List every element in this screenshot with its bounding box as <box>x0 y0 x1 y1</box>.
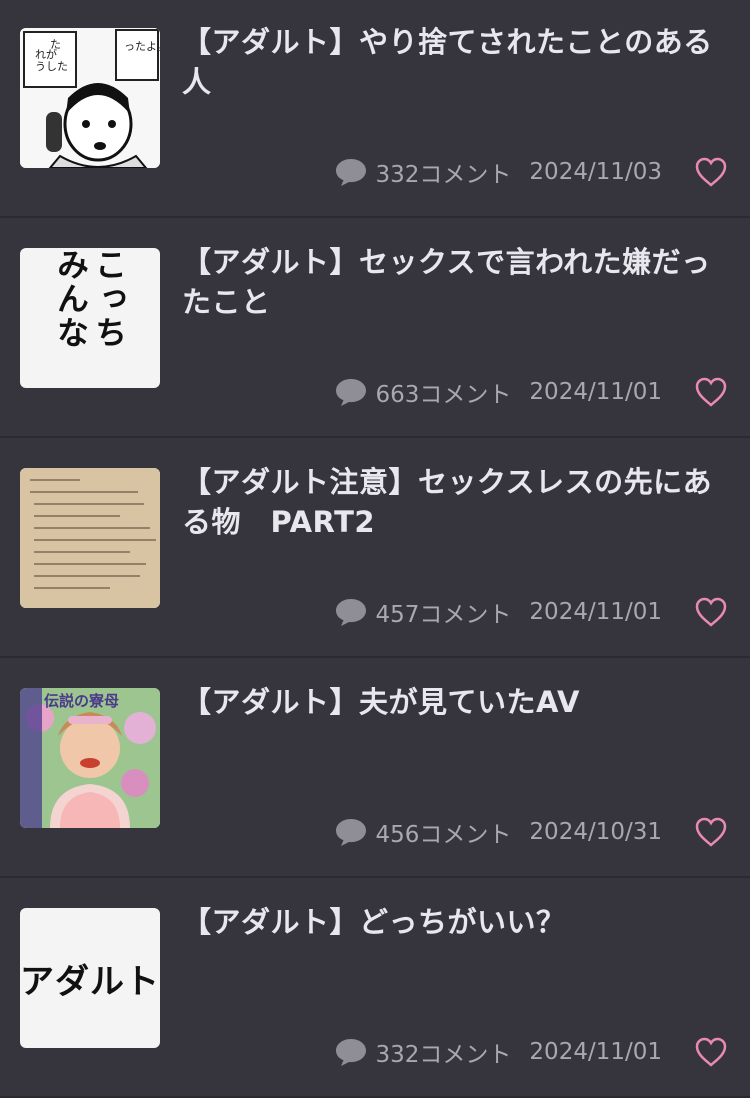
thumbnail-adult-text[interactable]: アダルト <box>20 908 160 1048</box>
speech-bubble-icon <box>335 599 366 626</box>
heart-outline-icon[interactable] <box>694 596 728 628</box>
topic-date: 2024/11/03 <box>529 159 662 185</box>
thumbnail-manga-phone[interactable]: た れが うした ったよ。 <box>20 28 160 168</box>
comment-count: 457コメント <box>334 595 512 629</box>
topic-title[interactable]: 【アダルト注意】セックスレスの先にある物 PART2 <box>182 462 727 542</box>
svg-text:れが: れが <box>35 47 57 61</box>
topic-date: 2024/11/01 <box>529 599 662 625</box>
comment-count-label: 332コメント <box>375 162 512 188</box>
speech-bubble-icon <box>335 379 366 406</box>
list-item[interactable]: こっち みんな 【アダルト】セックスで言われた嫌だったこと 663コメント 20… <box>0 220 750 438</box>
thumbnail-handwritten-note[interactable] <box>20 468 160 608</box>
comment-count-label: 457コメント <box>375 602 512 628</box>
comment-count: 332コメント <box>334 1035 512 1069</box>
speech-bubble-icon <box>335 819 366 846</box>
heart-outline-icon[interactable] <box>694 1036 728 1068</box>
topic-meta: 332コメント 2024/11/01 <box>334 1030 728 1074</box>
note-image <box>20 468 160 608</box>
heart-outline-icon[interactable] <box>694 376 728 408</box>
comment-count: 663コメント <box>334 375 512 409</box>
list-item[interactable]: 伝説の寮母 【アダルト】夫が見ていたAV 456コメント 2024/10/31 <box>0 660 750 878</box>
topic-date: 2024/11/01 <box>529 1039 662 1065</box>
heart-outline-icon[interactable] <box>694 156 728 188</box>
speech-bubble-icon <box>335 1039 366 1066</box>
topic-list: た れが うした ったよ。 【アダルト】やり捨てされたことのある人 332コメン… <box>0 0 750 1098</box>
comment-count: 456コメント <box>334 815 512 849</box>
thumbnail-text: こっち みんな <box>52 248 128 350</box>
topic-date: 2024/11/01 <box>529 379 662 405</box>
list-item[interactable]: 【アダルト注意】セックスレスの先にある物 PART2 457コメント 2024/… <box>0 440 750 658</box>
topic-title[interactable]: 【アダルト】やり捨てされたことのある人 <box>182 22 727 102</box>
heart-outline-icon[interactable] <box>694 816 728 848</box>
topic-meta: 457コメント 2024/11/01 <box>334 590 728 634</box>
topic-title[interactable]: 【アダルト】夫が見ていたAV <box>182 682 727 722</box>
thumbnail-text: アダルト <box>20 961 160 1002</box>
list-item[interactable]: アダルト 【アダルト】どっちがいい？ 332コメント 2024/11/01 <box>0 880 750 1098</box>
comment-count-label: 663コメント <box>375 382 512 408</box>
list-item[interactable]: た れが うした ったよ。 【アダルト】やり捨てされたことのある人 332コメン… <box>0 0 750 218</box>
thumbnail-photo-dormmother[interactable]: 伝説の寮母 <box>20 688 160 828</box>
speech-bubble-icon <box>335 159 366 186</box>
topic-meta: 663コメント 2024/11/01 <box>334 370 728 414</box>
topic-date: 2024/10/31 <box>529 819 662 845</box>
comment-count: 332コメント <box>334 155 512 189</box>
topic-title[interactable]: 【アダルト】どっちがいい？ <box>182 902 727 942</box>
svg-text:うした: うした <box>35 60 68 73</box>
topic-title[interactable]: 【アダルト】セックスで言われた嫌だったこと <box>182 242 727 322</box>
topic-meta: 456コメント 2024/10/31 <box>334 810 728 854</box>
topic-meta: 332コメント 2024/11/03 <box>334 150 728 194</box>
svg-text:ったよ。: ったよ。 <box>124 40 160 53</box>
comment-count-label: 332コメント <box>375 1042 512 1068</box>
thumbnail-caption: 伝説の寮母 <box>44 692 119 710</box>
comment-count-label: 456コメント <box>375 822 512 848</box>
thumbnail-calligraphy[interactable]: こっち みんな <box>20 248 160 388</box>
